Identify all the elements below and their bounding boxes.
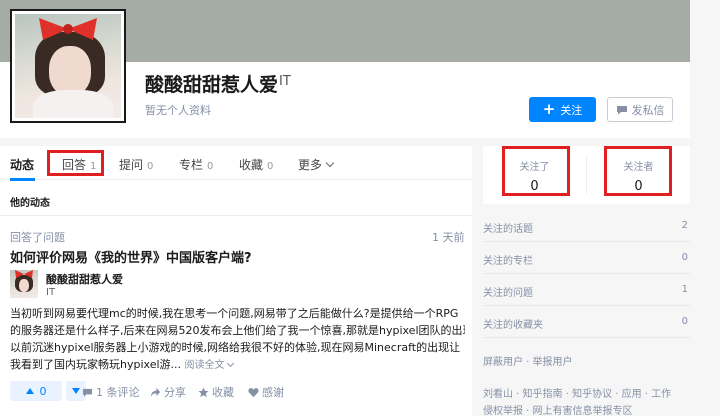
follow-button-label: 关注 xyxy=(560,103,583,117)
block-report-links[interactable]: 屏蔽用户 · 举报用户 xyxy=(483,353,573,368)
author-industry: IT xyxy=(46,287,56,298)
profile-industry: IT xyxy=(279,74,291,89)
highlight-box-following xyxy=(502,146,570,196)
thanks-label: 感谢 xyxy=(262,386,284,399)
tab-collections-count: 0 xyxy=(267,161,274,172)
tab-questions-label: 提问 xyxy=(119,158,144,172)
tab-columns-count: 0 xyxy=(207,161,214,172)
answer-excerpt[interactable]: 当初听到网易要代理mc的时候,我在思考一个问题,网易带了之后能做什么?是提供给一… xyxy=(10,305,465,373)
vote-count: 0 xyxy=(39,384,47,398)
sidebar-item-value: 0 xyxy=(681,252,688,263)
sidebar-item-topics[interactable]: 关注的话题 2 xyxy=(483,210,690,242)
tab-more-label: 更多 xyxy=(298,158,323,172)
sidebar-item-collections[interactable]: 关注的收藏夹 0 xyxy=(483,306,690,338)
sidebar-item-columns[interactable]: 关注的专栏 0 xyxy=(483,242,690,274)
tab-columns-label: 专栏 xyxy=(179,158,204,172)
activity-section-title: 他的动态 xyxy=(10,198,50,209)
sidebar-stats-list: 关注的话题 2 关注的专栏 0 关注的问题 1 关注的收藏夹 0 xyxy=(483,210,690,338)
arrow-down-icon xyxy=(72,388,80,394)
plus-icon: + xyxy=(542,100,556,118)
excerpt-text: 我看到了国内玩家畅玩hypixel游... xyxy=(10,358,182,371)
share-label: 分享 xyxy=(164,386,186,399)
sidebar-item-value: 1 xyxy=(681,284,688,295)
chevron-down-icon xyxy=(226,359,234,368)
tab-collections[interactable]: 收藏 0 xyxy=(239,156,273,173)
tab-collections-label: 收藏 xyxy=(239,158,264,172)
sidebar-item-label: 关注的问题 xyxy=(483,288,533,299)
highlight-box-followers xyxy=(604,146,672,196)
active-tab-indicator xyxy=(10,178,35,181)
send-message-button[interactable]: 发私信 xyxy=(607,97,673,122)
sidebar-item-label: 关注的收藏夹 xyxy=(483,320,543,331)
comments-button[interactable]: 1 条评论 xyxy=(82,384,140,400)
thanks-button[interactable]: 感谢 xyxy=(248,384,284,400)
tab-questions[interactable]: 提问 0 xyxy=(119,156,153,173)
highlight-box-answers xyxy=(47,150,104,176)
sidebar-item-questions[interactable]: 关注的问题 1 xyxy=(483,274,690,306)
heart-icon xyxy=(248,387,259,397)
red-bow-graphic xyxy=(15,270,33,278)
share-icon xyxy=(150,387,161,397)
excerpt-line: 当初听到网易要代理mc的时候,我在思考一个问题,网易带了之后能做什么?是提供给一… xyxy=(10,307,459,320)
tab-activity[interactable]: 动态 xyxy=(10,156,34,173)
upvote-button[interactable]: 0 xyxy=(10,381,62,401)
question-title-link[interactable]: 如何评价网易《我的世界》中国版客户端? xyxy=(10,247,252,266)
feed-item-time: 1 天前 xyxy=(432,231,465,244)
collect-label: 收藏 xyxy=(212,386,234,399)
arrow-up-icon xyxy=(25,388,34,394)
send-message-label: 发私信 xyxy=(631,103,665,117)
tab-questions-count: 0 xyxy=(147,161,154,172)
sidebar-item-value: 2 xyxy=(681,220,688,231)
excerpt-line: 以前沉迷hypixel服务器上小游戏的时候,网络给我很不好的体验,现在网易Min… xyxy=(10,341,461,354)
divider xyxy=(586,156,587,194)
star-icon xyxy=(198,386,209,397)
share-button[interactable]: 分享 xyxy=(150,384,186,400)
comment-icon xyxy=(82,388,93,397)
comments-label: 1 条评论 xyxy=(96,386,140,399)
chat-bubble-icon xyxy=(616,105,627,114)
profile-avatar[interactable] xyxy=(10,9,126,123)
red-bow-graphic xyxy=(39,18,97,40)
divider xyxy=(0,215,472,216)
collect-button[interactable]: 收藏 xyxy=(198,384,234,400)
sidebar-item-label: 关注的专栏 xyxy=(483,256,533,267)
tab-more[interactable]: 更多 xyxy=(298,156,335,173)
tab-columns[interactable]: 专栏 0 xyxy=(179,156,213,173)
follow-button[interactable]: + 关注 xyxy=(529,97,596,122)
read-more-label: 阅读全文 xyxy=(184,360,225,371)
sidebar-item-value: 0 xyxy=(681,316,688,327)
avatar-image xyxy=(15,14,121,118)
profile-username: 酸酸甜甜惹人爱 xyxy=(145,74,279,96)
author-name[interactable]: 酸酸甜甜惹人爱 xyxy=(46,271,123,287)
sidebar-item-label: 关注的话题 xyxy=(483,224,533,235)
chevron-down-icon xyxy=(325,158,335,168)
feed-item-meta: 回答了问题 xyxy=(10,231,65,244)
excerpt-line: 的服务器还是什么样子,后来在网易520发布会上他们给了我一个惊喜,那就是hypi… xyxy=(10,324,465,337)
profile-bio: 暂无个人资料 xyxy=(145,104,211,117)
read-more-link[interactable]: 阅读全文 xyxy=(184,359,234,371)
excerpt-line-last: 我看到了国内玩家畅玩hypixel游... 阅读全文 xyxy=(10,356,465,373)
author-avatar[interactable] xyxy=(10,270,38,298)
footer-links-secondary[interactable]: 侵权举报 · 网上有害信息举报专区 xyxy=(483,402,633,416)
footer-links[interactable]: 刘看山 · 知乎指南 · 知乎协议 · 应用 · 工作 xyxy=(483,385,671,400)
tab-activity-label: 动态 xyxy=(10,158,35,172)
